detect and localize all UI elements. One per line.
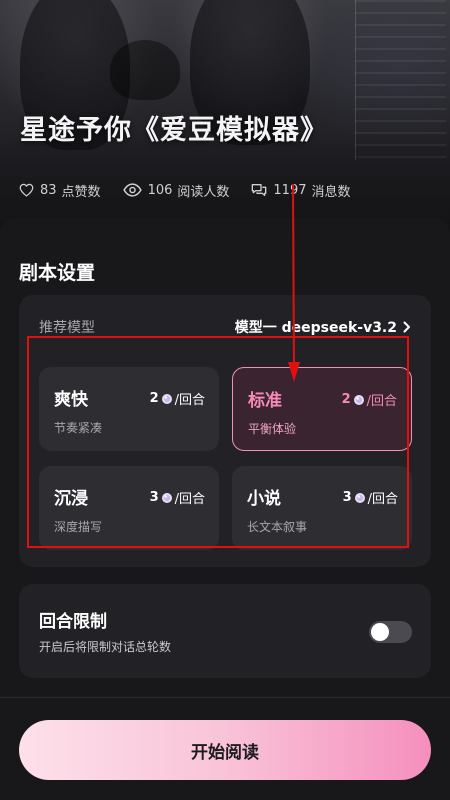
chat-bubbles-icon <box>252 184 267 196</box>
round-limit-desc: 开启后将限制对话总轮数 <box>39 640 172 654</box>
section-title-script-settings: 剧本设置 <box>19 262 96 284</box>
mode-option-name: 爽快 <box>54 390 88 410</box>
heart-icon <box>19 183 34 197</box>
recommended-model-value: 模型一 deepseek-v3.2 <box>234 320 397 336</box>
mode-option-name: 沉浸 <box>54 489 88 509</box>
stats-row: 83 点赞数 106 阅读人数 1197 消息数 <box>19 180 373 200</box>
cost-number: 3 <box>149 490 159 505</box>
gem-icon <box>161 492 172 503</box>
mode-option-standard[interactable]: 标准 2 /回合 平衡体验 <box>232 367 412 451</box>
likes-label: 点赞数 <box>61 184 101 200</box>
mode-option-desc: 长文本叙事 <box>247 520 308 534</box>
messages-count: 1197 <box>273 182 307 198</box>
mode-option-desc: 平衡体验 <box>248 422 297 436</box>
cost-unit: /回合 <box>174 393 205 408</box>
mode-option-desc: 节奏紧凑 <box>54 421 103 435</box>
eye-icon <box>122 183 142 197</box>
mode-option-cost: 3 /回合 <box>150 488 205 507</box>
gem-icon <box>354 492 365 503</box>
readers-stat: 106 阅读人数 <box>122 181 230 200</box>
recommended-model-row[interactable]: 推荐模型 模型一 deepseek-v3.2 <box>39 316 411 338</box>
round-limit-title: 回合限制 <box>39 612 107 632</box>
cost-unit: /回合 <box>174 492 205 507</box>
messages-label: 消息数 <box>311 184 351 200</box>
mode-option-brisk[interactable]: 爽快 2 /回合 节奏紧凑 <box>39 367 219 451</box>
divider <box>0 697 450 698</box>
mode-option-cost: 3 /回合 <box>343 488 398 507</box>
cost-number: 2 <box>341 392 351 407</box>
mode-option-name: 标准 <box>248 391 282 411</box>
mode-option-cost: 2 /回合 <box>342 390 397 409</box>
readers-label: 阅读人数 <box>177 184 230 200</box>
story-title: 星途予你《爱豆模拟器》 <box>20 115 328 146</box>
cost-number: 2 <box>149 391 159 406</box>
cost-unit: /回合 <box>367 492 398 507</box>
mode-option-desc: 深度描写 <box>54 520 103 534</box>
round-limit-toggle[interactable] <box>369 621 412 643</box>
chevron-right-icon <box>403 321 410 333</box>
cost-number: 3 <box>342 490 352 505</box>
mode-option-cost: 2 /回合 <box>150 389 205 408</box>
gem-icon <box>353 394 364 405</box>
start-reading-button[interactable]: 开始阅读 <box>19 720 431 780</box>
likes-count: 83 <box>40 182 57 198</box>
recommended-model-label: 推荐模型 <box>39 320 95 336</box>
mode-option-name: 小说 <box>247 489 281 509</box>
gem-icon <box>161 393 172 404</box>
recommended-model-selector[interactable]: 模型一 deepseek-v3.2 <box>235 317 411 337</box>
mode-option-immersive[interactable]: 沉浸 3 /回合 深度描写 <box>39 466 219 550</box>
toggle-knob <box>371 623 389 641</box>
cost-unit: /回合 <box>366 394 397 409</box>
readers-count: 106 <box>147 182 173 198</box>
mode-option-novel[interactable]: 小说 3 /回合 长文本叙事 <box>232 466 412 550</box>
messages-stat: 1197 消息数 <box>251 181 351 200</box>
likes-stat: 83 点赞数 <box>19 181 101 200</box>
